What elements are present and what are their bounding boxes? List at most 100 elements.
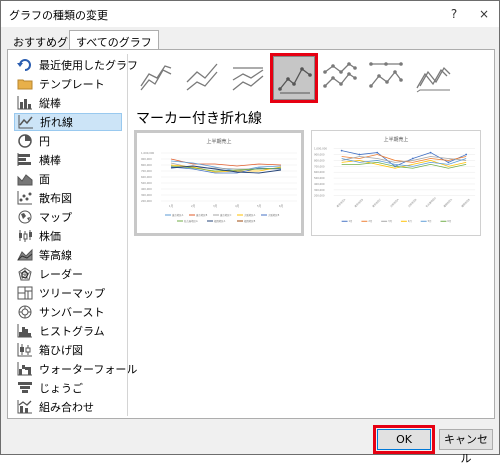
funnel-icon <box>17 381 33 395</box>
svg-text:900,000: 900,000 <box>314 153 325 157</box>
svg-text:東京地区C: 東京地区C <box>371 197 382 208</box>
sidebar-item-waterfall[interactable]: ウォーターフォール <box>14 360 137 378</box>
svg-text:6月: 6月 <box>447 219 451 223</box>
svg-text:東京地区B: 東京地区B <box>196 213 208 217</box>
sidebar-item-histogram[interactable]: ヒストグラム <box>14 322 122 340</box>
chart-subtype-gallery <box>133 53 451 104</box>
sidebar-item-label: 組み合わせ <box>39 401 94 414</box>
svg-text:3月: 3月 <box>388 219 392 223</box>
sidebar-item-label: 円 <box>39 135 50 148</box>
sidebar-item-funnel[interactable]: じょうご <box>14 379 122 397</box>
subtype-100-stacked-line[interactable] <box>227 56 269 100</box>
sunburst-icon <box>17 305 33 319</box>
sidebar-item-label: テンプレート <box>39 78 105 91</box>
svg-text:大阪地区A: 大阪地区A <box>244 213 256 217</box>
cancel-button[interactable]: キャンセル <box>439 429 493 465</box>
sidebar-item-label: ツリーマップ <box>39 287 105 300</box>
sidebar-item-bar[interactable]: 横棒 <box>14 151 122 169</box>
change-chart-type-dialog: グラフの種類の変更 ? × おすすめグラフ すべてのグラフ 最近使用したグラフ … <box>0 0 500 465</box>
sidebar-item-label: 横棒 <box>39 154 61 167</box>
svg-text:800,000: 800,000 <box>141 163 152 167</box>
sidebar-item-sunburst[interactable]: サンバースト <box>14 303 122 321</box>
svg-text:3月: 3月 <box>213 204 218 208</box>
svg-text:5月: 5月 <box>428 219 432 223</box>
line-chart-icon <box>18 115 34 129</box>
sidebar-item-pie[interactable]: 円 <box>14 132 122 150</box>
subtype-title: マーカー付き折れ線 <box>136 111 262 127</box>
svg-text:400,000: 400,000 <box>314 182 325 186</box>
sidebar-item-line[interactable]: 折れ線 <box>14 113 122 131</box>
svg-text:大阪地区B: 大阪地区B <box>407 197 418 208</box>
sidebar-item-label: ウォーターフォール <box>39 363 138 376</box>
combo-chart-icon <box>17 400 33 414</box>
sidebar-item-label: サンバースト <box>39 306 105 319</box>
subtype-stacked-line[interactable] <box>181 56 223 100</box>
svg-text:東京地区A: 東京地区A <box>336 197 347 208</box>
sidebar-item-scatter[interactable]: 散布図 <box>14 189 122 207</box>
ok-button[interactable]: OK <box>373 425 435 454</box>
subtype-stacked-line-with-markers[interactable] <box>319 56 361 100</box>
sidebar-item-templates[interactable]: テンプレート <box>14 75 122 93</box>
preview-title-2: 上半期売上 <box>384 136 409 143</box>
help-button[interactable]: ? <box>443 4 465 24</box>
sidebar-item-label: ヒストグラム <box>39 325 105 338</box>
chart-preview-series-columns[interactable]: 上半期売上 1,000,000 900,000 800,000 700,000 600,… <box>311 130 481 236</box>
tab-all-charts[interactable]: すべてのグラフ <box>69 30 159 49</box>
svg-text:東京地区C: 東京地区C <box>220 213 232 217</box>
subtype-line-with-markers[interactable] <box>270 53 318 103</box>
sidebar-item-label: 散布図 <box>39 192 72 205</box>
waterfall-icon <box>17 362 33 376</box>
column-chart-icon <box>17 96 33 110</box>
svg-text:200,000: 200,000 <box>141 199 152 203</box>
sidebar-item-label: 折れ線 <box>40 116 73 129</box>
sidebar-item-treemap[interactable]: ツリーマップ <box>14 284 122 302</box>
treemap-icon <box>17 286 33 300</box>
svg-text:4月: 4月 <box>408 219 412 223</box>
sidebar-item-radar[interactable]: レーダー <box>14 265 122 283</box>
vertical-divider <box>127 54 128 416</box>
surface-chart-icon <box>17 248 33 262</box>
svg-text:2月: 2月 <box>191 204 196 208</box>
subtype-3d-line[interactable] <box>411 56 453 100</box>
title-bar: グラフの種類の変更 ? × <box>1 1 499 27</box>
svg-text:800,000: 800,000 <box>314 158 325 162</box>
content-panel: 最近使用したグラフ テンプレート 縦棒 折れ線 円 横棒 面 散布図 マップ 株… <box>7 49 495 419</box>
scatter-chart-icon <box>17 191 33 205</box>
sidebar-item-column[interactable]: 縦棒 <box>14 94 122 112</box>
dialog-title: グラフの種類の変更 <box>9 9 108 22</box>
svg-text:大阪地区B: 大阪地区B <box>268 213 280 217</box>
map-chart-icon <box>17 210 33 224</box>
subtype-line[interactable] <box>135 56 177 100</box>
svg-text:500,000: 500,000 <box>314 176 325 180</box>
sidebar-item-map[interactable]: マップ <box>14 208 122 226</box>
sidebar-item-area[interactable]: 面 <box>14 170 122 188</box>
sidebar-item-label: レーダー <box>39 268 83 281</box>
radar-chart-icon <box>17 267 33 281</box>
svg-text:600,000: 600,000 <box>314 170 325 174</box>
sidebar-item-recent[interactable]: 最近使用したグラフ <box>14 56 138 74</box>
svg-text:900,000: 900,000 <box>141 157 152 161</box>
svg-text:6月: 6月 <box>279 204 284 208</box>
sidebar-item-combo[interactable]: 組み合わせ <box>14 398 122 416</box>
subtype-100-stacked-line-with-markers[interactable] <box>365 56 407 100</box>
svg-text:1,000,000: 1,000,000 <box>141 151 155 155</box>
sidebar-item-label: 等高線 <box>39 249 72 262</box>
close-button[interactable]: × <box>473 4 495 24</box>
chart-preview-series-rows[interactable]: 上半期売上 1,000,000 900,000 800,000 700,000 600,… <box>134 130 304 236</box>
svg-text:名古屋地区A: 名古屋地区A <box>184 219 198 223</box>
svg-text:400,000: 400,000 <box>141 187 152 191</box>
recent-icon <box>17 58 33 72</box>
sidebar-item-surface[interactable]: 等高線 <box>14 246 122 264</box>
sidebar-item-stock[interactable]: 株価 <box>14 227 122 245</box>
svg-text:東京地区A: 東京地区A <box>172 213 184 217</box>
sidebar-item-label: じょうご <box>39 382 83 395</box>
tab-strip: おすすめグラフ すべてのグラフ <box>1 27 499 49</box>
svg-text:1月: 1月 <box>349 219 353 223</box>
svg-text:東京地区B: 東京地区B <box>353 197 364 208</box>
sidebar-item-label: 面 <box>39 173 50 186</box>
pie-chart-icon <box>17 134 33 148</box>
preview-title: 上半期売上 <box>206 138 231 145</box>
sidebar-item-label: マップ <box>39 211 72 224</box>
sidebar-item-box-whisker[interactable]: 箱ひげ図 <box>14 341 122 359</box>
sidebar-item-label: 株価 <box>39 230 61 243</box>
